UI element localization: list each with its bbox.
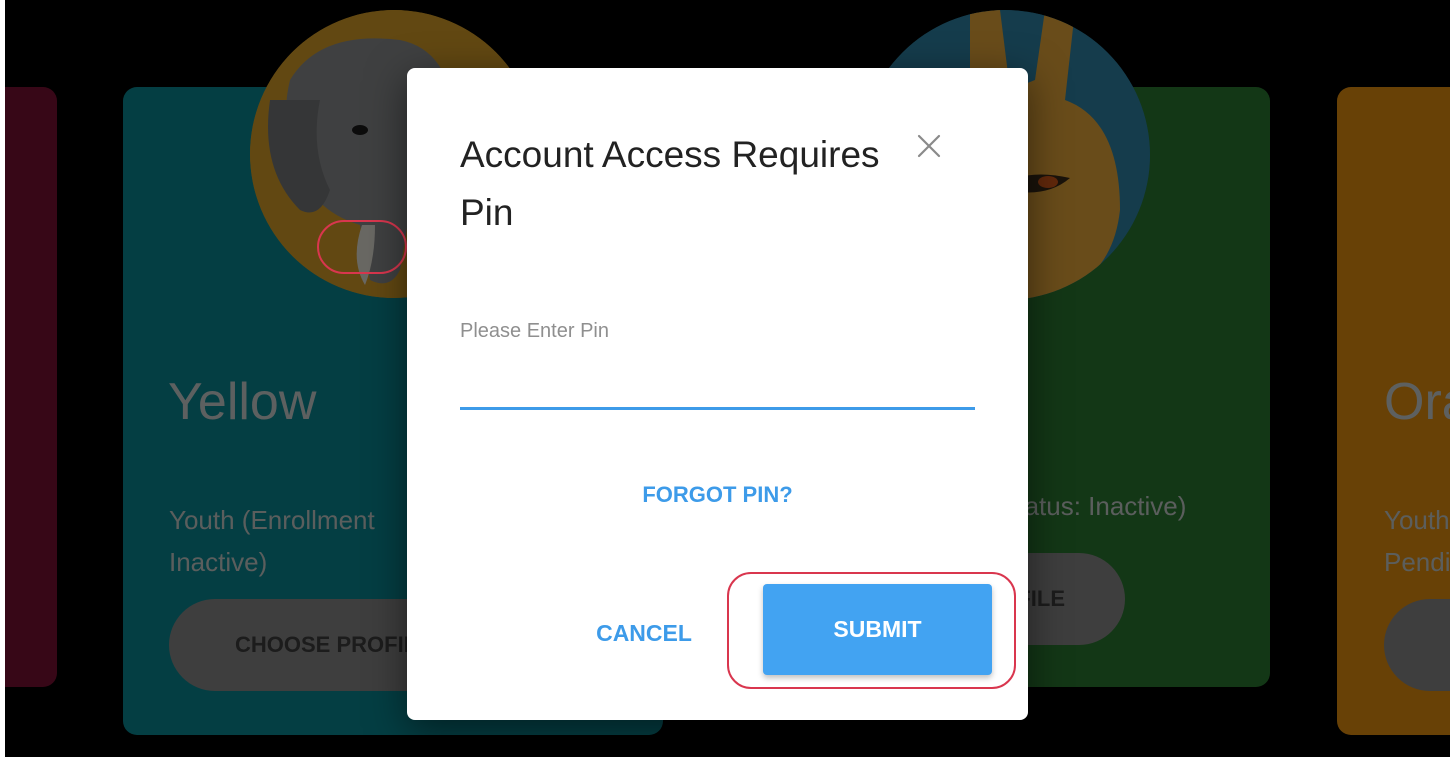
forgot-pin-link[interactable]: FORGOT PIN?	[407, 482, 1028, 508]
dialog-title: Account Access Requires Pin	[460, 134, 880, 233]
pin-input[interactable]	[460, 358, 975, 410]
profile-card-pink[interactable]	[5, 87, 57, 687]
pin-field-label: Please Enter Pin	[460, 320, 609, 342]
close-icon	[917, 134, 941, 158]
profile-card-orange[interactable]: Orange Youth Pending	[1337, 87, 1450, 735]
profile-status-line2: Pending	[1384, 547, 1450, 577]
pin-dialog: Account Access Requires Pin Please Enter…	[407, 68, 1028, 720]
submit-button[interactable]: SUBMIT	[763, 584, 992, 675]
screen: Yellow Youth (Enrollment Inactive) CHOOS…	[0, 0, 1450, 757]
profile-status-line2: Inactive)	[169, 547, 268, 577]
profile-status-line1: Youth (Enrollment	[169, 505, 375, 535]
cancel-button[interactable]: CANCEL	[579, 613, 709, 653]
close-button[interactable]	[907, 124, 951, 168]
profile-status-line1: Youth	[1384, 505, 1450, 535]
profile-name: Orange	[1384, 373, 1450, 431]
profile-name: Yellow	[168, 373, 317, 431]
profile-selection-page: Yellow Youth (Enrollment Inactive) CHOOS…	[5, 0, 1450, 757]
choose-profile-button[interactable]	[1384, 599, 1450, 691]
